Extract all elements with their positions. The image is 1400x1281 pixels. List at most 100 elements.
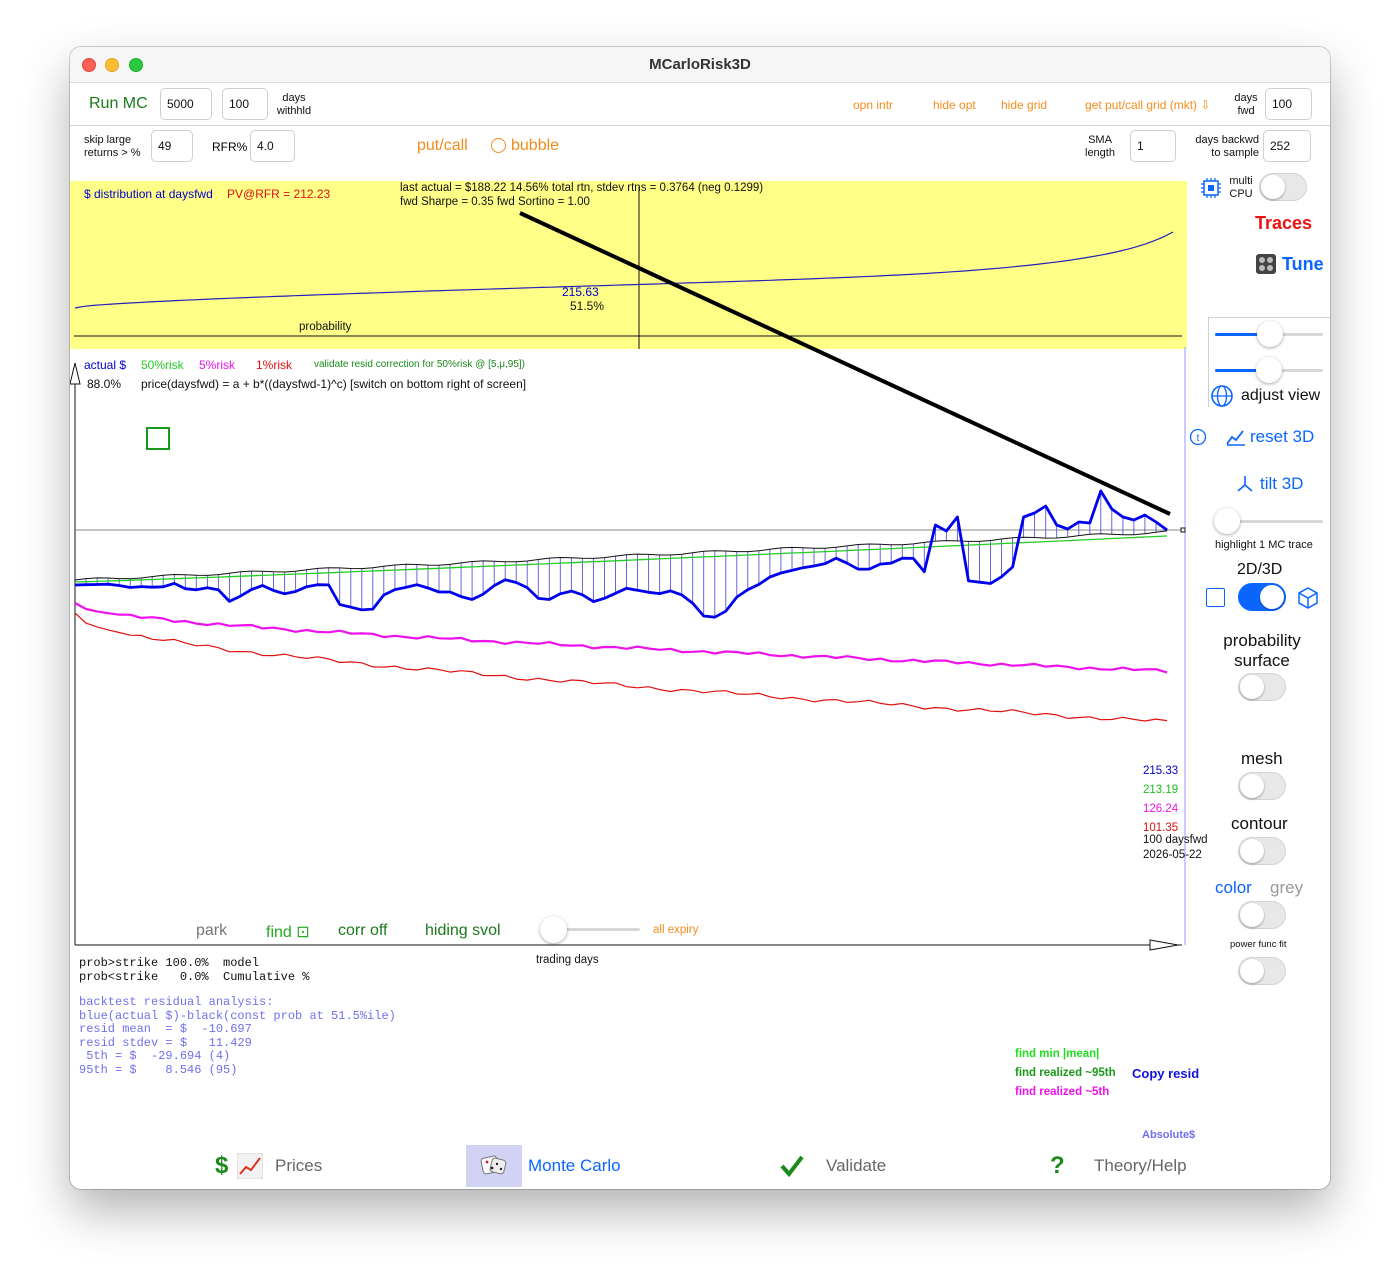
prob-above-strike: prob>strike 100.0% model	[79, 956, 260, 970]
tab-validate[interactable]: Validate	[780, 1145, 920, 1187]
find-realized-5-button[interactable]: find realized ~5th	[1015, 1086, 1109, 1098]
traces-button[interactable]: Traces	[1255, 213, 1312, 234]
view-slider-2-knob[interactable]	[1256, 357, 1282, 383]
distribution-quantile-curve	[74, 231, 1174, 309]
formula-label: price(daysfwd) = a + b*((daysfwd-1)^c) […	[141, 377, 527, 391]
constant-prob-line	[74, 530, 1168, 581]
mesh-knob	[1240, 774, 1264, 798]
highlight-slider-knob[interactable]	[1214, 508, 1240, 534]
mesh-toggle[interactable]	[1238, 772, 1286, 800]
contour-toggle[interactable]	[1238, 837, 1286, 865]
absolute-dollar-toggle[interactable]: Absolute$	[1142, 1129, 1195, 1141]
chart-up-icon	[237, 1153, 263, 1179]
multi-cpu-toggle[interactable]	[1259, 173, 1307, 201]
tab-validate-label: Validate	[826, 1156, 887, 1175]
resid-5th: 5th = $ -29.694 (4)	[79, 1049, 231, 1063]
annotation-arrow-line	[519, 211, 1171, 516]
actual-price-line	[74, 489, 1168, 619]
resid-mean: resid mean = $ -10.697	[79, 1022, 252, 1036]
hiding-svol-button[interactable]: hiding svol	[425, 922, 501, 940]
power-func-fit-label: power func fit	[1230, 939, 1287, 950]
tab-monte-carlo-label: Monte Carlo	[528, 1156, 621, 1175]
corr-off-button[interactable]: corr off	[338, 922, 388, 940]
adjust-divider-left	[1208, 317, 1209, 407]
multi-cpu-knob	[1261, 175, 1285, 199]
legend-50-risk: 50%risk	[141, 358, 184, 372]
resid-heading: backtest residual analysis:	[79, 995, 274, 1009]
find-realized-95-button[interactable]: find realized ~95th	[1015, 1067, 1116, 1079]
end-value-actual: 215.33	[1143, 765, 1179, 777]
2d-3d-toggle[interactable]	[1238, 583, 1286, 611]
tab-theory-help-label: Theory/Help	[1094, 1156, 1187, 1175]
all-expiry-label: all expiry	[653, 924, 699, 936]
strike-probabilities: prob>strike 100.0% model prob<strike 0.0%…	[79, 956, 310, 984]
highlight-trace-label: highlight 1 MC trace	[1215, 539, 1313, 551]
multi-cpu-label: multi CPU	[1224, 175, 1258, 201]
tab-prices-label: Prices	[275, 1156, 323, 1175]
last-actual-marker	[1180, 527, 1186, 533]
legend-1-risk: 1%risk	[256, 358, 293, 372]
chart-reset-icon	[1226, 430, 1245, 446]
2d-3d-knob	[1260, 585, 1284, 609]
reset-3d-button[interactable]: reset 3D	[1250, 427, 1314, 447]
dice-icon	[480, 1155, 507, 1175]
days-fwd-end-label: 100 daysfwd	[1143, 834, 1208, 846]
mesh-label: mesh	[1241, 749, 1283, 768]
resid-description: blue(actual $)-black(const prob at 51.5%…	[79, 1008, 396, 1023]
end-value-1: 101.35	[1143, 822, 1179, 834]
2d-3d-label: 2D/3D	[1237, 561, 1283, 578]
contour-label: contour	[1231, 814, 1288, 833]
tilt-3d-button[interactable]: tilt 3D	[1260, 474, 1303, 494]
distribution-curve-group	[74, 187, 1182, 349]
green-square-marker[interactable]	[146, 427, 170, 450]
tab-monte-carlo[interactable]: Monte Carlo	[466, 1145, 646, 1187]
2d-square-icon[interactable]	[1206, 588, 1225, 607]
power-func-fit-toggle[interactable]	[1238, 957, 1286, 985]
tab-prices[interactable]: $ Prices	[215, 1145, 365, 1187]
y-axis-arrow	[70, 362, 81, 385]
svg-text:t: t	[1197, 433, 1200, 444]
probability-surface-label: probability surface	[1200, 631, 1324, 671]
find-button[interactable]: find ⊡	[266, 922, 310, 942]
tab-theory-help[interactable]: ? Theory/Help	[1050, 1145, 1200, 1187]
date-end-label: 2026-05-22	[1143, 849, 1202, 861]
prob-below-strike: prob<strike 0.0% Cumulative %	[79, 969, 310, 984]
residual-bars-group	[85, 491, 1168, 618]
backtest-residual-analysis: backtest residual analysis: blue(actual $…	[79, 995, 396, 1077]
contour-knob	[1240, 839, 1264, 863]
legend-actual: actual $	[84, 358, 127, 372]
globe-icon	[1211, 385, 1233, 407]
color-option[interactable]: color	[1215, 878, 1252, 898]
legend-5-risk: 5%risk	[199, 358, 236, 372]
prob-surface-line2: surface	[1234, 651, 1290, 670]
adjust-view-button[interactable]: adjust view	[1241, 387, 1320, 405]
axes-3d-icon	[1237, 476, 1253, 492]
3d-cube-icon[interactable]	[1296, 586, 1320, 610]
t-info-icon[interactable]: t	[1189, 428, 1207, 446]
risk-5-line	[74, 602, 1168, 674]
probability-surface-toggle[interactable]	[1238, 673, 1286, 701]
color-grey-toggle[interactable]	[1238, 901, 1286, 929]
color-grey-knob	[1240, 903, 1264, 927]
trading-days-axis-label: trading days	[536, 954, 599, 966]
view-slider-1-knob[interactable]	[1257, 321, 1283, 347]
end-value-5: 126.24	[1143, 803, 1179, 815]
grey-option[interactable]: grey	[1270, 878, 1303, 898]
adjust-divider-top	[1208, 317, 1330, 318]
prob-surface-line1: probability	[1223, 631, 1301, 650]
expiry-slider-knob[interactable]	[540, 916, 567, 943]
validate-note[interactable]: validate resid correction for 50%risk @ …	[314, 359, 525, 370]
checkmark-icon	[780, 1155, 804, 1177]
copy-resid-button[interactable]: Copy resid	[1132, 1066, 1199, 1081]
multi-cpu-line1: multi	[1229, 175, 1253, 187]
series-group	[74, 489, 1168, 722]
tune-button[interactable]: Tune	[1282, 254, 1324, 275]
end-value-50: 213.19	[1143, 784, 1179, 796]
multi-cpu-line2: CPU	[1229, 188, 1253, 200]
risk-1-line	[74, 612, 1168, 722]
find-min-mean-button[interactable]: find min |mean|	[1015, 1048, 1099, 1060]
percentile-label: 88.0%	[87, 377, 122, 391]
x-axis-arrow	[1149, 939, 1179, 951]
cpu-icon	[1201, 178, 1221, 198]
park-button[interactable]: park	[196, 922, 227, 940]
